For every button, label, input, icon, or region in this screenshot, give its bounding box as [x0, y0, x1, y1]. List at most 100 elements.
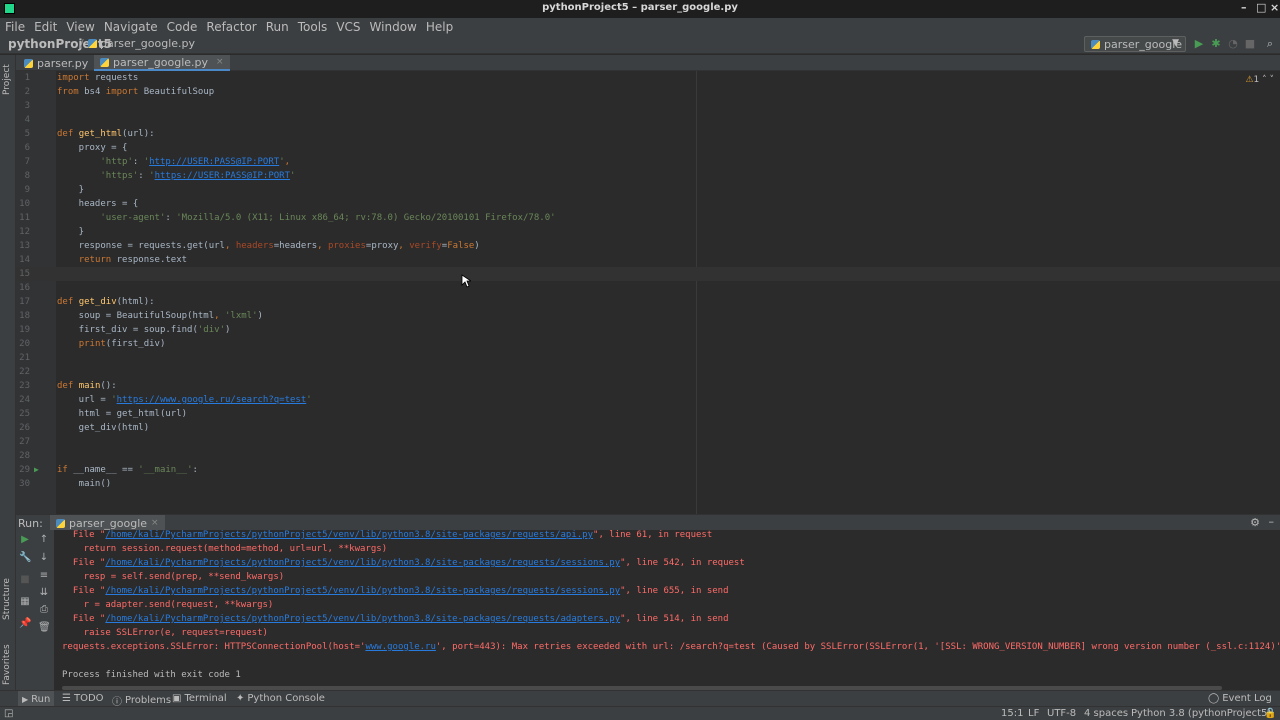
run-configuration-selector[interactable]: parser_google ▼ [1084, 36, 1186, 52]
console-error-line: requests.exceptions.SSLError: HTTPSConne… [62, 642, 1280, 652]
debug-icon[interactable]: ✱ [1210, 38, 1222, 50]
traceback-link[interactable]: /home/kali/PycharmProjects/pythonProject… [105, 530, 593, 540]
project-tool-window-button[interactable]: Project [2, 64, 12, 95]
console-line: resp = self.send(prep, **send_kwargs) [62, 572, 285, 582]
close-tab-icon[interactable]: × [216, 57, 224, 67]
code-line: 20 print(first_div) [19, 339, 166, 349]
trash-icon[interactable]: 🗑 [38, 622, 51, 634]
pin-icon[interactable]: 📌 [19, 618, 31, 630]
navigation-bar: pythonProject5 / parser_google.py parser… [0, 36, 1280, 54]
tool-todo[interactable]: ☰ TODO [62, 693, 104, 704]
breadcrumb-separator: / [80, 37, 84, 50]
console-exit-line: Process finished with exit code 1 [62, 670, 241, 680]
code-line: 23 def main(): [19, 381, 117, 391]
file-encoding[interactable]: UTF-8 [1047, 708, 1076, 719]
terminal-icon: ▣ [172, 693, 182, 704]
python-file-icon [24, 58, 33, 68]
run-tab-label: parser_google [69, 516, 148, 530]
code-line: 13 response = requests.get(url, headers=… [19, 241, 480, 251]
console-line: File "/home/kali/PycharmProjects/pythonP… [62, 586, 729, 596]
hide-panel-icon[interactable]: – [1269, 515, 1275, 528]
menu-vcs[interactable]: VCS [332, 20, 364, 34]
caret-position[interactable]: 15:1 [1001, 708, 1023, 719]
run-icon[interactable]: ▶ [1193, 38, 1205, 50]
up-stack-icon[interactable]: ↑ [38, 534, 50, 546]
window-titlebar: pythonProject5 – parser_google.py – □ × [0, 0, 1280, 18]
traceback-link[interactable]: /home/kali/PycharmProjects/pythonProject… [105, 614, 620, 624]
code-line: 22 [19, 367, 30, 377]
scroll-to-end-icon[interactable]: ⇊ [38, 587, 50, 599]
host-link[interactable]: www.google.ru [365, 642, 435, 652]
console-line: raise SSLError(e, request=request) [62, 628, 268, 638]
code-line: 18 soup = BeautifulSoup(html, 'lxml') [19, 311, 263, 321]
structure-tool-window-button[interactable]: Structure [2, 578, 12, 620]
search-icon[interactable]: ⌕ [1264, 38, 1276, 50]
window-title: pythonProject5 – parser_google.py [542, 2, 738, 13]
menu-help[interactable]: Help [422, 20, 457, 34]
menu-window[interactable]: Window [366, 20, 421, 34]
line-separator[interactable]: LF [1028, 708, 1039, 719]
tool-python-console[interactable]: ✦ Python Console [236, 693, 325, 704]
code-editor[interactable]: ⚠1 ˄ ˅ 1 import requests 2 from bs4 import… [16, 71, 1280, 514]
menu-file[interactable]: File [1, 20, 29, 34]
indent-setting[interactable]: 4 spaces [1084, 708, 1128, 719]
code-line: 7 'http': 'http://USER:PASS@IP:PORT', [24, 157, 291, 167]
toggle-tool-windows-icon[interactable]: ◲ [4, 708, 13, 719]
menu-run[interactable]: Run [262, 20, 293, 34]
stop-icon[interactable]: ■ [19, 574, 31, 586]
menu-code[interactable]: Code [163, 20, 202, 34]
stop-icon[interactable]: ■ [1244, 38, 1256, 50]
tool-terminal[interactable]: ▣ Terminal [172, 693, 227, 704]
console-line: r = adapter.send(request, **kwargs) [62, 600, 274, 610]
run-tab-parser-google[interactable]: parser_google × [50, 515, 165, 531]
menu-navigate[interactable]: Navigate [100, 20, 162, 34]
code-line: 21 [19, 353, 30, 363]
tab-label: parser.py [37, 56, 89, 70]
menu-edit[interactable]: Edit [30, 20, 61, 34]
close-tab-icon[interactable]: × [151, 518, 159, 528]
menu-tools[interactable]: Tools [294, 20, 332, 34]
code-line: 28 [19, 451, 30, 461]
code-line: 8 'https': 'https://USER:PASS@IP:PORT' [24, 171, 296, 181]
console-line: File "/home/kali/PycharmProjects/pythonP… [62, 530, 713, 540]
event-log-icon: ◯ [1208, 693, 1220, 704]
tool-run[interactable]: ▶ Run [18, 691, 55, 707]
wrench-icon[interactable]: 🔧 [19, 552, 31, 564]
lock-icon[interactable]: 🔒 [1264, 708, 1276, 719]
python-file-icon [88, 39, 97, 48]
run-configuration-label: parser_google [1104, 37, 1183, 51]
traceback-link[interactable]: /home/kali/PycharmProjects/pythonProject… [105, 558, 620, 568]
layout-icon[interactable]: ▦ [19, 596, 31, 608]
code-line: 3 [24, 101, 30, 111]
tool-event-log[interactable]: ◯ Event Log [1208, 693, 1272, 704]
print-icon[interactable]: ⎙ [38, 604, 50, 616]
code-line: 24 url = 'https://www.google.ru/search?q… [19, 395, 312, 405]
tab-label: parser_google.py [113, 55, 209, 69]
menu-refactor[interactable]: Refactor [202, 20, 260, 34]
python-interpreter[interactable]: Python 3.8 (pythonProject5) [1131, 708, 1271, 719]
soft-wrap-icon[interactable]: ≡ [38, 570, 50, 582]
tab-parser-py[interactable]: parser.py [18, 55, 94, 71]
run-gutter-icon[interactable]: ▶ [34, 463, 39, 477]
python-file-icon [100, 57, 109, 67]
code-line-current: 15 [16, 267, 1280, 281]
favorites-tool-window-button[interactable]: Favorites [2, 644, 12, 685]
gear-icon[interactable]: ⚙ [1250, 516, 1260, 529]
status-bar: ◲ 15:1 LF UTF-8 4 spaces Python 3.8 (pyt… [0, 706, 1280, 720]
left-tool-stripe: Project Structure Favorites [0, 55, 16, 690]
traceback-link[interactable]: /home/kali/PycharmProjects/pythonProject… [105, 586, 620, 596]
coverage-icon[interactable]: ◔ [1227, 38, 1239, 50]
tab-parser-google-py[interactable]: parser_google.py × [94, 55, 230, 71]
run-tool-window-header: Run: parser_google × ⚙ – [16, 514, 1280, 531]
menu-view[interactable]: View [62, 20, 98, 34]
close-icon[interactable]: × [1270, 1, 1279, 14]
down-stack-icon[interactable]: ↓ [38, 552, 50, 564]
maximize-icon[interactable]: □ [1256, 1, 1266, 14]
minimize-icon[interactable]: – [1241, 1, 1247, 14]
run-console-output[interactable]: File "/home/kali/PycharmProjects/pythonP… [54, 530, 1280, 690]
code-line: 30 main() [19, 479, 112, 489]
rerun-icon[interactable]: ▶ [19, 534, 31, 546]
code-line: 26 get_div(html) [19, 423, 150, 433]
breadcrumb-file[interactable]: parser_google.py [88, 37, 195, 50]
run-toolbar: ▶ ↑ 🔧 ↓ ■ ≡ ⇊ ▦ ⎙ 📌 🗑 [16, 530, 54, 690]
